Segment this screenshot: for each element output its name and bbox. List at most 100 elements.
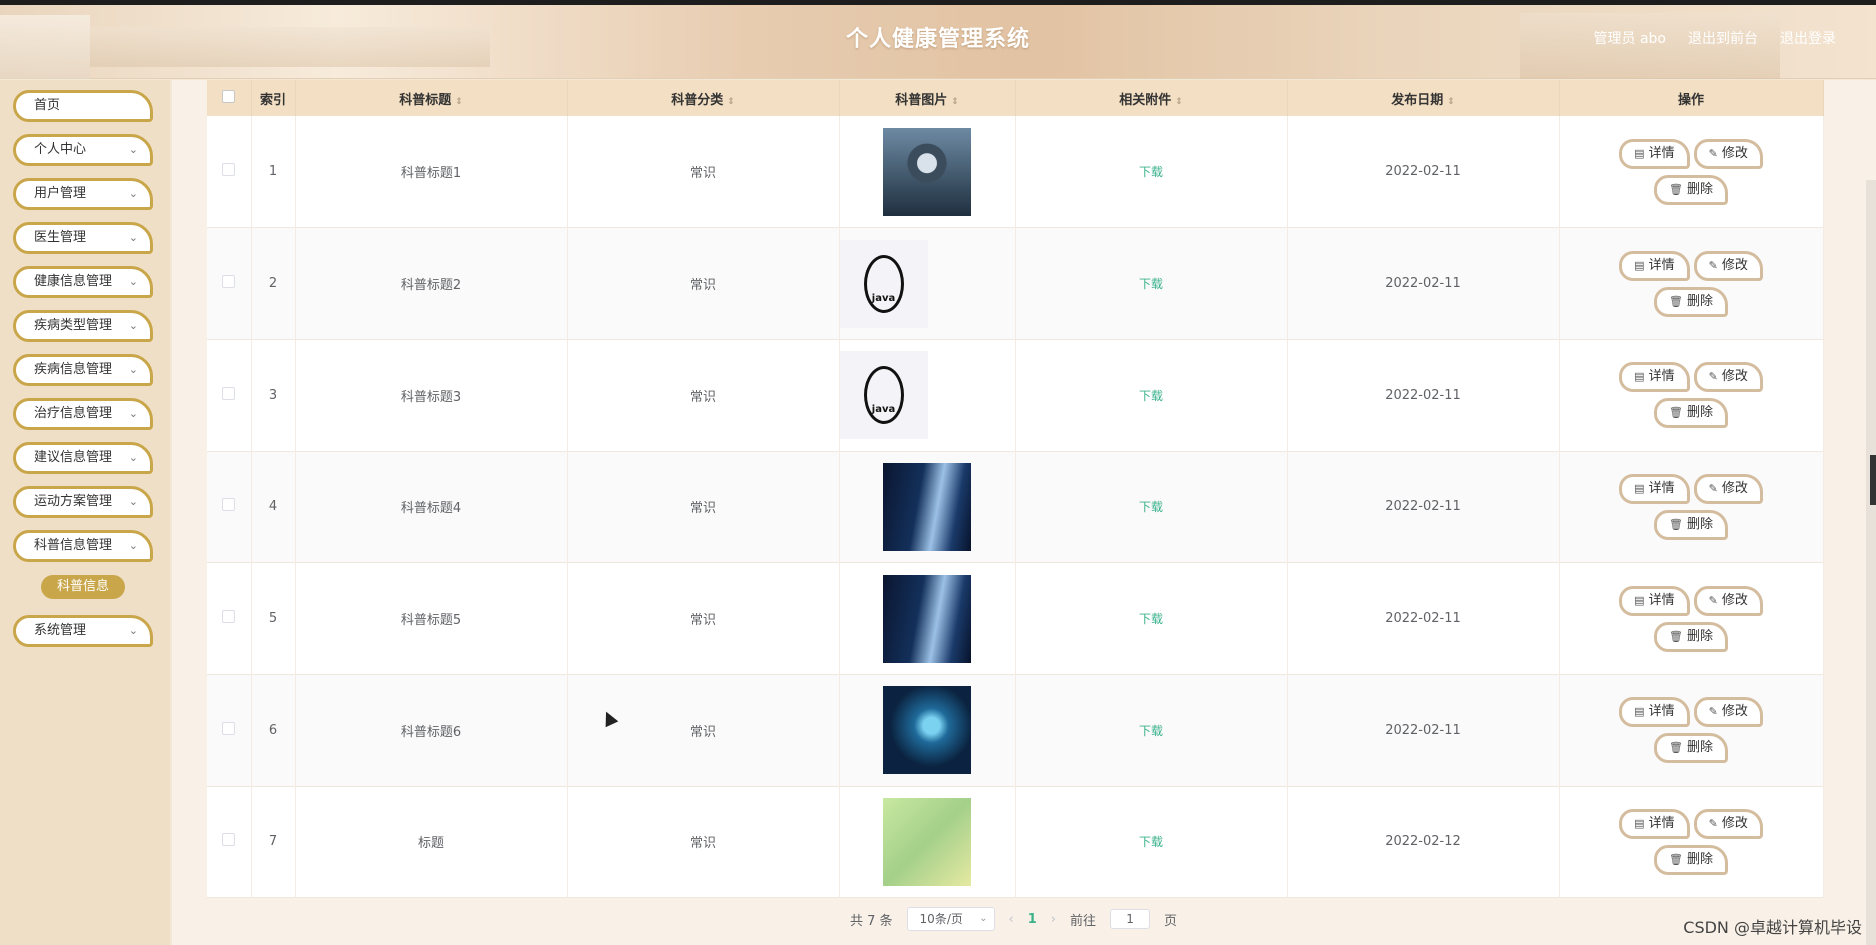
detail-button[interactable]: ▤ 详情 xyxy=(1619,362,1690,393)
download-link[interactable]: 下载 xyxy=(1139,612,1163,626)
sidebar-item-home[interactable]: 首页 xyxy=(13,90,153,122)
science-image-thumbnail[interactable]: java xyxy=(839,239,928,328)
next-page-icon[interactable]: › xyxy=(1051,912,1056,927)
detail-button[interactable]: ▤ 详情 xyxy=(1619,138,1690,169)
row-date: 2022-02-11 xyxy=(1287,674,1560,787)
sidebar-item-doctor-management[interactable]: 医生管理 ⌄ xyxy=(13,222,153,254)
detail-button[interactable]: ▤ 详情 xyxy=(1619,697,1690,728)
delete-button[interactable]: 🗑 删除 xyxy=(1654,733,1728,764)
row-title: 科普标题5 xyxy=(295,562,568,675)
science-image-thumbnail[interactable] xyxy=(883,686,971,775)
sidebar-subitem-science[interactable]: 科普信息 xyxy=(41,575,125,599)
sidebar-item-user-management[interactable]: 用户管理 ⌄ xyxy=(13,178,153,210)
science-image-thumbnail[interactable]: java xyxy=(839,351,928,440)
trash-icon: 🗑 xyxy=(1669,852,1683,866)
detail-button[interactable]: ▤ 详情 xyxy=(1619,250,1690,281)
scrollbar-thumb[interactable] xyxy=(1870,455,1876,505)
detail-button-label: 详情 xyxy=(1648,815,1675,831)
edit-button[interactable]: ✎ 修改 xyxy=(1693,808,1763,839)
sidebar-item-system[interactable]: 系统管理 ⌄ xyxy=(13,615,153,647)
science-image-thumbnail[interactable] xyxy=(883,462,971,551)
row-checkbox[interactable] xyxy=(222,163,236,177)
table-row: 7 标题 常识 下载 2022-02-12 ▤ 详情 ✎ 修改🗑 删除 xyxy=(207,786,1824,898)
detail-button[interactable]: ▤ 详情 xyxy=(1619,585,1690,616)
delete-button[interactable]: 🗑 删除 xyxy=(1654,174,1728,205)
row-title: 科普标题6 xyxy=(295,674,568,787)
header-links: 管理员 abo 退出到前台 退出登录 xyxy=(1594,28,1836,48)
delete-button[interactable]: 🗑 删除 xyxy=(1654,398,1728,429)
download-link[interactable]: 下载 xyxy=(1139,835,1163,849)
document-icon: ▤ xyxy=(1634,705,1645,719)
header-image[interactable]: 科普图片 ⇕ xyxy=(839,80,1016,116)
sidebar-item-advice-info[interactable]: 建议信息管理 ⌄ xyxy=(13,442,153,474)
delete-button[interactable]: 🗑 删除 xyxy=(1654,844,1728,875)
row-checkbox[interactable] xyxy=(222,275,236,289)
sidebar-item-personal-center[interactable]: 个人中心 ⌄ xyxy=(13,134,153,166)
row-checkbox[interactable] xyxy=(222,610,236,624)
header-date[interactable]: 发布日期 ⇕ xyxy=(1287,80,1560,116)
chevron-down-icon: ⌄ xyxy=(128,319,138,332)
download-link[interactable]: 下载 xyxy=(1139,389,1163,403)
trash-icon: 🗑 xyxy=(1669,182,1683,196)
delete-button[interactable]: 🗑 删除 xyxy=(1654,509,1728,540)
row-category: 常识 xyxy=(567,227,840,340)
row-image-cell xyxy=(839,451,1016,563)
edit-button[interactable]: ✎ 修改 xyxy=(1693,585,1763,616)
edit-button[interactable]: ✎ 修改 xyxy=(1693,138,1763,169)
sidebar-item-health-info[interactable]: 健康信息管理 ⌄ xyxy=(13,266,153,298)
sidebar-item-exercise-plan[interactable]: 运动方案管理 ⌄ xyxy=(13,486,153,518)
sort-icon[interactable]: ⇕ xyxy=(951,97,959,107)
delete-button-label: 删除 xyxy=(1686,181,1713,197)
chevron-down-icon: ⌄ xyxy=(128,231,138,244)
goto-page-input[interactable]: 1 xyxy=(1110,909,1151,929)
document-icon: ▤ xyxy=(1634,593,1645,607)
row-index: 4 xyxy=(251,451,296,563)
row-checkbox[interactable] xyxy=(222,498,236,512)
select-all-checkbox[interactable] xyxy=(222,89,236,103)
table-row: 4 科普标题4 常识 下载 2022-02-11 ▤ 详情 ✎ 修改🗑 删除 xyxy=(207,451,1824,563)
logout-link[interactable]: 退出登录 xyxy=(1780,28,1836,48)
row-ops-cell: ▤ 详情 ✎ 修改 🗑 删除 xyxy=(1559,562,1824,675)
download-link[interactable]: 下载 xyxy=(1139,724,1163,738)
download-link[interactable]: 下载 xyxy=(1139,500,1163,514)
download-link[interactable]: 下载 xyxy=(1139,165,1163,179)
chevron-down-icon: ⌄ xyxy=(979,913,988,924)
science-image-thumbnail[interactable] xyxy=(883,797,971,886)
delete-button[interactable]: 🗑 删除 xyxy=(1654,621,1728,652)
header-category[interactable]: 科普分类 ⇕ xyxy=(567,80,840,116)
row-checkbox[interactable] xyxy=(222,721,236,735)
sort-icon[interactable]: ⇕ xyxy=(1175,97,1183,107)
row-attachment-cell: 下载 xyxy=(1015,227,1288,340)
delete-button[interactable]: 🗑 删除 xyxy=(1654,286,1728,317)
edit-button[interactable]: ✎ 修改 xyxy=(1693,362,1763,393)
sidebar-item-science-info[interactable]: 科普信息管理 ⌄ xyxy=(13,530,153,562)
sort-icon[interactable]: ⇕ xyxy=(727,97,735,107)
edit-button[interactable]: ✎ 修改 xyxy=(1693,473,1763,504)
sidebar-item-disease-info[interactable]: 疾病信息管理 ⌄ xyxy=(13,354,153,386)
science-image-thumbnail[interactable] xyxy=(883,127,971,216)
detail-button[interactable]: ▤ 详情 xyxy=(1619,473,1690,504)
header-attachment[interactable]: 相关附件 ⇕ xyxy=(1015,80,1288,116)
sort-icon[interactable]: ⇕ xyxy=(455,97,463,107)
edit-button[interactable]: ✎ 修改 xyxy=(1693,697,1763,728)
row-checkbox[interactable] xyxy=(222,833,236,847)
page-size-select[interactable]: 10条/页 ⌄ xyxy=(906,907,995,931)
scrollbar[interactable] xyxy=(1866,180,1876,945)
row-checkbox[interactable] xyxy=(222,386,236,400)
row-title: 科普标题2 xyxy=(295,227,568,340)
row-select-cell xyxy=(207,562,252,675)
sidebar-item-treatment-info[interactable]: 治疗信息管理 ⌄ xyxy=(13,398,153,430)
header-title[interactable]: 科普标题 ⇕ xyxy=(295,80,568,116)
prev-page-icon[interactable]: ‹ xyxy=(1009,912,1014,927)
sidebar-item-disease-type[interactable]: 疾病类型管理 ⌄ xyxy=(13,310,153,342)
sort-icon[interactable]: ⇕ xyxy=(1447,97,1455,107)
download-link[interactable]: 下载 xyxy=(1139,277,1163,291)
sidebar-item-label: 疾病信息管理 xyxy=(34,362,113,377)
row-ops-cell: ▤ 详情 ✎ 修改 🗑 删除 xyxy=(1559,339,1824,452)
science-image-thumbnail[interactable] xyxy=(883,574,971,663)
edit-button[interactable]: ✎ 修改 xyxy=(1693,250,1763,281)
exit-front-link[interactable]: 退出到前台 xyxy=(1688,28,1758,48)
pencil-icon: ✎ xyxy=(1708,146,1718,160)
detail-button[interactable]: ▤ 详情 xyxy=(1619,808,1690,839)
page-number-current[interactable]: 1 xyxy=(1028,912,1037,927)
